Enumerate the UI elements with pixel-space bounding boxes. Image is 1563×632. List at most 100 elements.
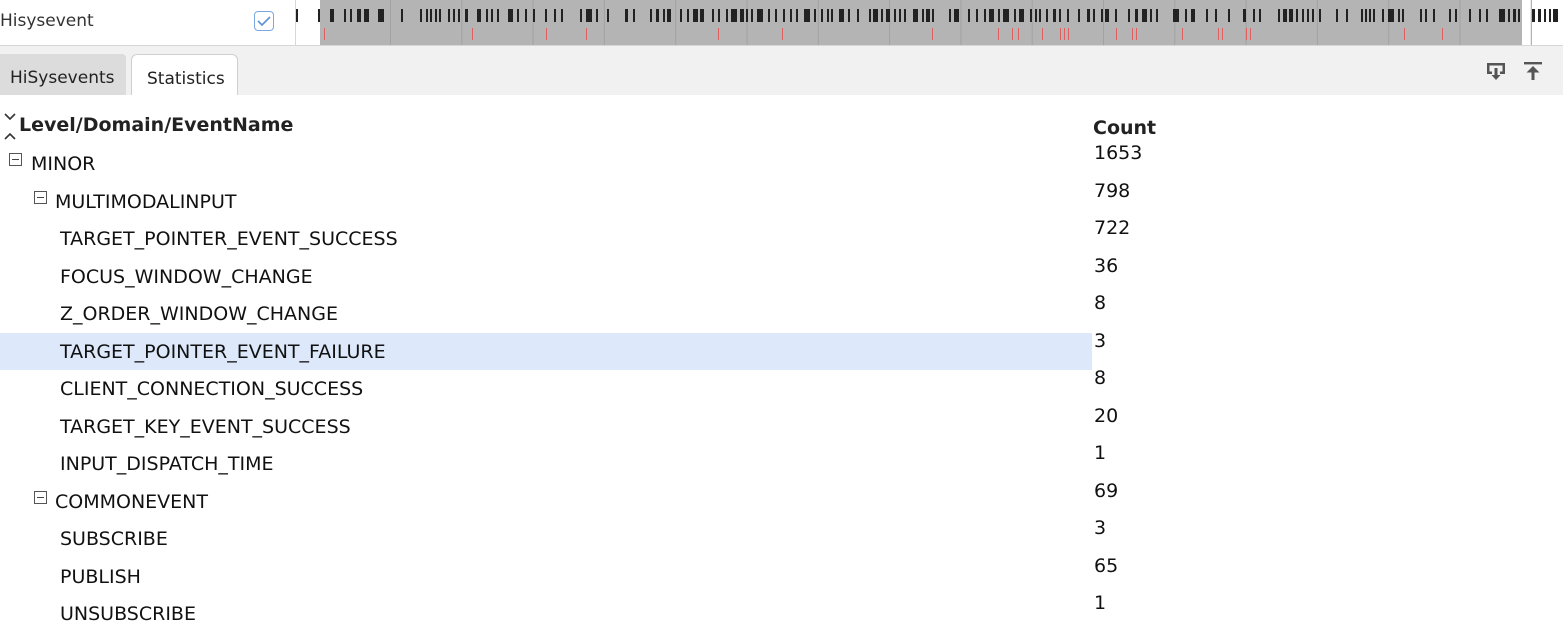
tab-statistics[interactable]: Statistics (131, 54, 238, 95)
row-count: 3 (1094, 517, 1107, 539)
tree-row-event[interactable]: TARGET_KEY_EVENT_SUCCESS 20 (0, 405, 1563, 445)
timeline-grid-line (817, 0, 819, 45)
event-mark (757, 9, 763, 22)
row-name: TARGET_POINTER_EVENT_SUCCESS (60, 228, 398, 250)
failure-mark (1068, 28, 1069, 40)
collapse-toggle-icon[interactable] (34, 190, 47, 204)
event-mark (1544, 9, 1546, 22)
event-mark (1105, 9, 1109, 22)
failure-mark (718, 28, 719, 40)
failure-mark (1222, 28, 1223, 40)
tree-row-event[interactable]: TARGET_POINTER_EVENT_FAILURE 3 (0, 329, 1563, 370)
event-mark (1513, 9, 1516, 22)
timeline-grid-line (461, 0, 463, 45)
event-mark (580, 9, 582, 22)
tree-row-event[interactable]: UNSUBSCRIBE 1 (0, 592, 1563, 632)
event-mark (1312, 9, 1314, 22)
event-mark (525, 9, 527, 22)
event-mark (976, 9, 978, 22)
row-name: TARGET_KEY_EVENT_SUCCESS (60, 415, 351, 438)
timeline-canvas[interactable] (296, 0, 1563, 45)
tree-row-event[interactable]: CLIENT_CONNECTION_SUCCESS 8 (0, 367, 1563, 407)
tree-row-event[interactable]: Z_ORDER_WINDOW_CHANGE 8 (0, 292, 1563, 332)
column-header-name[interactable]: Level/Domain/EventName (19, 114, 293, 136)
row-count: 1 (1094, 592, 1107, 614)
row-count: 3 (1094, 329, 1107, 352)
event-mark (458, 9, 460, 22)
timeline-selection-range (320, 0, 1522, 45)
event-mark (1185, 9, 1187, 22)
event-mark (998, 9, 1000, 22)
row-name: COMMONEVENT (55, 490, 209, 513)
event-mark (790, 9, 792, 22)
tree-row-event[interactable]: INPUT_DISPATCH_TIME 1 (0, 442, 1563, 482)
collapse-toggle-icon[interactable] (9, 153, 22, 166)
failure-mark (998, 28, 999, 40)
checkmark-icon (257, 16, 271, 27)
event-mark (1206, 9, 1208, 22)
event-mark (693, 9, 698, 22)
event-mark (435, 9, 437, 22)
column-header-count[interactable]: Count (1093, 117, 1156, 139)
event-mark (1078, 9, 1080, 22)
timeline-grid-line (746, 0, 748, 45)
row-count: 1653 (1094, 142, 1143, 164)
track-checkbox[interactable] (254, 11, 274, 31)
download-tray-icon[interactable] (1485, 60, 1507, 82)
event-mark (497, 9, 499, 22)
failure-mark (1250, 28, 1251, 40)
event-mark (1093, 9, 1095, 22)
event-mark (426, 9, 428, 22)
row-count: 798 (1094, 179, 1131, 202)
event-mark (1003, 9, 1009, 22)
row-name: TARGET_POINTER_EVENT_FAILURE (60, 340, 386, 363)
event-timeline[interactable] (296, 0, 1563, 45)
event-mark (1549, 9, 1551, 22)
failure-mark (1018, 28, 1019, 40)
tree-row-level[interactable]: MINOR 1653 (0, 142, 1563, 182)
timeline-grid-line (1316, 0, 1318, 45)
event-mark (1259, 9, 1261, 22)
event-mark (1425, 9, 1427, 22)
event-mark (1053, 9, 1056, 22)
tree-row-domain[interactable]: MULTIMODALINPUT 798 (0, 179, 1563, 220)
tab-hisysevents[interactable]: HiSysevents (0, 54, 126, 95)
row-count: 65 (1094, 554, 1119, 577)
event-mark (508, 9, 513, 22)
event-mark (881, 9, 883, 22)
collapse-toggle-icon[interactable] (34, 490, 47, 504)
event-mark (1538, 9, 1541, 22)
tree-row-event[interactable]: SUBSCRIBE 3 (0, 517, 1563, 557)
timeline-grid-line (390, 0, 391, 45)
tree-row-event[interactable]: FOCUS_WINDOW_CHANGE 36 (0, 255, 1563, 295)
event-mark (894, 9, 896, 22)
hisysevent-track-row: Hisysevent (0, 0, 1563, 46)
event-mark (1253, 9, 1255, 22)
failure-mark (324, 28, 325, 40)
event-mark (545, 9, 547, 22)
tree-row-event[interactable]: PUBLISH 65 (0, 554, 1563, 595)
event-mark (783, 9, 785, 22)
row-name: PUBLISH (60, 565, 141, 588)
scroll-to-top-icon[interactable] (1522, 60, 1544, 82)
event-mark (625, 9, 628, 22)
event-mark (350, 9, 352, 22)
event-mark (700, 9, 704, 22)
event-mark (1014, 9, 1016, 22)
row-count: 69 (1094, 479, 1119, 502)
event-mark (775, 9, 777, 22)
event-mark (922, 9, 924, 22)
event-mark (533, 9, 535, 22)
event-mark (1039, 9, 1041, 22)
sort-up-down-icon[interactable] (3, 111, 17, 141)
row-name: CLIENT_CONNECTION_SUCCESS (60, 378, 364, 400)
event-mark (1019, 9, 1024, 22)
tree-row-domain[interactable]: COMMONEVENT 69 (0, 479, 1563, 520)
event-mark (1067, 9, 1069, 22)
event-mark (1420, 9, 1422, 22)
timeline-grid-line (675, 0, 677, 45)
statistics-table: Level/Domain/EventName Count MINOR 1653 MU… (0, 95, 1563, 628)
event-mark (746, 9, 748, 22)
tree-row-event[interactable]: TARGET_POINTER_EVENT_SUCCESS 722 (0, 217, 1563, 257)
event-mark (656, 9, 659, 22)
